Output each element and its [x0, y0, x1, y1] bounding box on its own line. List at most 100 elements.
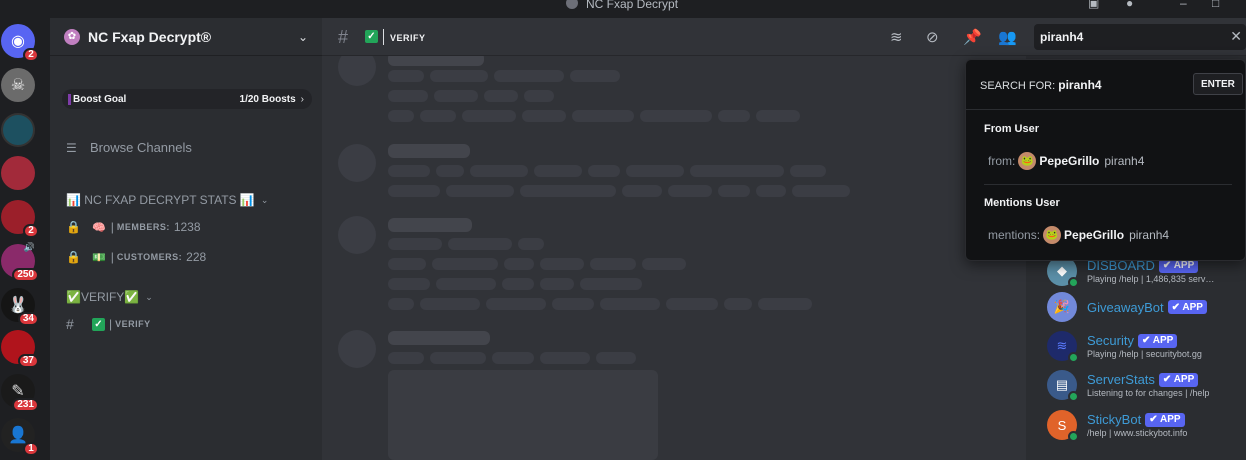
- help-icon[interactable]: ●: [1126, 0, 1133, 10]
- skeleton-line: [518, 238, 544, 250]
- skeleton-line: [756, 110, 800, 122]
- mentions-user-title: Mentions User: [984, 197, 1060, 209]
- member-security[interactable]: ≋ Security ✔ APP Playing /help | securityb…: [1047, 331, 1202, 363]
- skeleton-line: [642, 258, 686, 270]
- close-icon[interactable]: ✕: [1230, 28, 1242, 45]
- skeleton-line: [572, 110, 634, 122]
- skeleton-line: [756, 185, 786, 197]
- user-name: piranh4: [1129, 228, 1170, 242]
- inbox-icon[interactable]: ▣: [1088, 0, 1099, 10]
- server-list: ◉ 2 ☠ 2 🔊 250 🐰 34 37 ✎ 231 👤 1: [0, 18, 50, 460]
- lock-icon: 🔒: [66, 250, 81, 264]
- user-display-name: PepeGrillo: [1064, 228, 1125, 242]
- boost-progress: 1/20 Boosts: [239, 93, 296, 105]
- app-badge: ✔ APP: [1145, 412, 1185, 427]
- member-list-icon[interactable]: 👥: [998, 28, 1017, 46]
- server-badge: 231: [12, 398, 39, 412]
- skeleton-line: [690, 165, 784, 177]
- server-red-splash[interactable]: 2: [1, 200, 39, 238]
- member-serverstats[interactable]: ▤ ServerStats ✔ APP Listening to for chang…: [1047, 370, 1210, 402]
- divider: |: [110, 220, 114, 234]
- category-label: 📊 NC FXAP DECRYPT STATS 📊: [66, 193, 255, 207]
- lock-icon: 🔒: [66, 220, 81, 234]
- app-badge: ✔ APP: [1167, 300, 1207, 314]
- member-activity: Listening to for changes | /help: [1087, 388, 1210, 398]
- mute-notifications-icon[interactable]: ⊘: [926, 28, 939, 46]
- category-stats[interactable]: 📊 NC FXAP DECRYPT STATS 📊 ⌄: [66, 193, 268, 207]
- mentions-user-option[interactable]: mentions: 🐸 PepeGrillo piranh4: [988, 226, 1169, 244]
- server-badge: 2: [23, 48, 39, 62]
- channel-customers[interactable]: 🔒 💵 | CUSTOMERS: 228: [66, 250, 206, 264]
- search-for-row[interactable]: SEARCH FOR: piranh4: [980, 78, 1102, 92]
- member-giveawaybot[interactable]: 🎉 GiveawayBot ✔ APP: [1047, 292, 1207, 322]
- money-icon: 💵: [92, 251, 106, 264]
- channel-members[interactable]: 🔒 🧠 | MEMBERS: 1238: [66, 220, 201, 234]
- guild-name: NC Fxap Decrypt®: [88, 28, 212, 45]
- search-input-value: piranh4: [1040, 30, 1084, 44]
- skeleton-line: [524, 90, 554, 102]
- hash-icon: #: [66, 316, 74, 332]
- skeleton-line: [522, 110, 566, 122]
- category-verify[interactable]: ✅VERIFY✅ ⌄: [66, 290, 153, 304]
- online-status-icon: [1068, 277, 1079, 288]
- channel-label: CUSTOMERS:: [116, 252, 183, 262]
- server-red-pattern[interactable]: [1, 156, 35, 190]
- member-name: Security: [1087, 333, 1134, 348]
- skeleton-line: [520, 185, 616, 197]
- member-name: StickyBot: [1087, 412, 1142, 427]
- skeleton-line: [666, 298, 718, 310]
- guild-header[interactable]: ✿ NC Fxap Decrypt® ⌄: [50, 18, 322, 56]
- guild-icon: ✿: [64, 28, 80, 45]
- channel-sidebar: ✿ NC Fxap Decrypt® ⌄ Boost Goal 1/20 Boo…: [50, 18, 322, 460]
- server-pink[interactable]: 🔊 250: [1, 242, 39, 282]
- hash-icon: #: [338, 27, 349, 47]
- chevron-down-icon: ⌄: [260, 194, 269, 205]
- server-teal[interactable]: [1, 113, 35, 147]
- server-bunny[interactable]: 🐰 34: [1, 288, 39, 326]
- user-display-name: PepeGrillo: [1039, 154, 1100, 168]
- channel-verify[interactable]: # ✓ | VERIFY: [66, 316, 155, 332]
- browse-channels[interactable]: ☰ Browse Channels: [66, 140, 192, 155]
- brain-icon: 🧠: [92, 221, 106, 234]
- skeleton-line: [388, 298, 414, 310]
- skeleton-avatar: [338, 330, 376, 368]
- server-badge: 1: [23, 442, 39, 456]
- enter-key-hint[interactable]: ENTER: [1193, 73, 1243, 95]
- channel-value: 228: [186, 250, 207, 264]
- channel-label: MEMBERS:: [116, 222, 170, 232]
- boost-goal-bar[interactable]: Boost Goal 1/20 Boosts ›: [62, 89, 312, 109]
- minimize-icon[interactable]: –: [1180, 0, 1187, 10]
- maximize-icon[interactable]: □: [1212, 0, 1219, 10]
- bot-avatar: 🎉: [1047, 292, 1077, 322]
- app-logo-icon: [566, 0, 578, 9]
- member-stickybot[interactable]: S StickyBot ✔ APP/help | www.stickybot.in…: [1047, 410, 1187, 442]
- search-query: piranh4: [1058, 78, 1102, 92]
- server-masked[interactable]: 👤 1: [1, 418, 39, 456]
- skeleton-line: [388, 185, 440, 197]
- skeleton-line: [462, 110, 516, 122]
- skeleton-line: [388, 165, 430, 177]
- server-skull[interactable]: ☠: [1, 68, 35, 102]
- channel-label: VERIFY: [115, 319, 151, 329]
- server-dark[interactable]: ✎ 231: [1, 374, 39, 412]
- from-user-option[interactable]: from: 🐸 PepeGrillo piranh4: [988, 152, 1144, 170]
- skeleton-line: [792, 185, 850, 197]
- divider: |: [109, 317, 113, 331]
- server-discord-home[interactable]: ◉ 2: [1, 24, 39, 62]
- skeleton-line: [600, 298, 660, 310]
- chat-header: # ✓ VERIFY ≋ ⊘ 📌 👥 piranh4 ✕: [322, 18, 1246, 56]
- skeleton-line: [388, 258, 426, 270]
- divider: |: [110, 250, 114, 264]
- skeleton-line: [388, 218, 472, 232]
- checkmark-icon: ✓: [92, 317, 105, 331]
- server-red-logo[interactable]: 37: [1, 330, 39, 368]
- skeleton-line: [484, 90, 518, 102]
- chevron-down-icon[interactable]: ⌄: [298, 30, 308, 44]
- skeleton-avatar: [338, 216, 376, 254]
- server-badge: 34: [17, 312, 39, 326]
- skeleton-line: [590, 258, 636, 270]
- search-input[interactable]: piranh4 ✕: [1034, 24, 1246, 50]
- skeleton-line: [470, 165, 528, 177]
- threads-icon[interactable]: ≋: [890, 28, 903, 46]
- pin-icon[interactable]: 📌: [963, 28, 982, 46]
